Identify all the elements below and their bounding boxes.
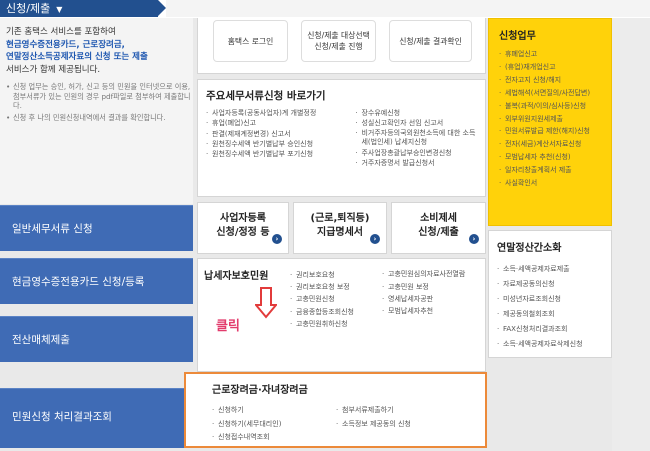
protection-link[interactable]: 권리보호요청 [290, 269, 382, 281]
protection-link[interactable]: 고충민원신청 [290, 293, 382, 305]
shortcut-title: 주요세무서류신청 바로가기 [206, 90, 326, 102]
intro-notes: 신청 업무는 승인, 허가, 신고 등의 민원을 인터넷으로 이용, 첨부서류가… [6, 82, 193, 122]
arrow-right-icon[interactable]: › [272, 234, 282, 244]
select-target-button[interactable]: 신청/제출 대상선택 신청/제출 진행 [301, 20, 376, 62]
arrow-down-icon [255, 287, 277, 319]
protection-link[interactable]: 금융종합등조회신청 [290, 306, 382, 318]
apply-link[interactable]: 모범납세자 추천(신청) [499, 151, 611, 164]
credit-attachment-link[interactable]: 첨부서류제출하기 [336, 404, 476, 418]
tab-bar-filler [166, 0, 650, 17]
intro-highlight: 연말정산소득공제자료의 신청 또는 제출 [6, 52, 148, 62]
protection-link[interactable]: 고충민원 보정 [382, 281, 480, 293]
arrow-right-icon[interactable]: › [370, 234, 380, 244]
top-bar: 신청/제출 ▼ [0, 0, 650, 18]
section-tab-label: 신청/제출 [6, 2, 51, 15]
arrow-right-icon[interactable]: › [469, 234, 479, 244]
result-label: 신청/제출 결과확인 [399, 36, 462, 46]
check-result-button[interactable]: 신청/제출 결과확인 [389, 20, 472, 62]
apply-link[interactable]: (휴업)재개업신고 [499, 61, 611, 74]
service-title: 사업자등록 [220, 213, 266, 224]
apply-link[interactable]: 전자(세금)계산서자료신청 [499, 138, 611, 151]
apply-link[interactable]: 불복(과적/이의/심사등)신청 [499, 100, 611, 113]
intro-panel: 기존 홈택스 서비스를 포함하여 현금영수증전용카드, 근로장려금, 연말정산소… [0, 18, 193, 204]
apply-link[interactable]: 사실확인서 [499, 177, 611, 190]
hometax-login-button[interactable]: 홈택스 로그인 [213, 20, 288, 62]
select-label-2: 신청/제출 진행 [314, 42, 363, 51]
shortcut-panel: 주요세무서류신청 바로가기 사업자등록(공동사업자)계 개별정정 휴업(폐업)신… [197, 79, 486, 197]
shortcut-link[interactable]: 비거주자등의국외원천소득에 대한 소득세(법인세) 납세지신청 [355, 129, 477, 148]
intro-text: 기존 홈택스 서비스를 포함하여 현금영수증전용카드, 근로장려금, 연말정산소… [6, 26, 193, 76]
protection-link[interactable]: 영세납세자공판 [382, 293, 480, 305]
chevron-down-icon[interactable]: ▼ [56, 5, 62, 14]
intro-note: 신청 후 나의 민원신청내역에서 결과를 확인합니다. [6, 113, 193, 123]
apply-link[interactable]: 전자고지 신청/해지 [499, 74, 611, 87]
nav-civil-result-inquiry[interactable]: 민원신청 처리결과조회 [0, 388, 193, 448]
yearend-link[interactable]: FAX신청처리결과조회 [497, 322, 611, 337]
credit-history-link[interactable]: 신청접수내역조회 [212, 431, 336, 445]
select-label-1: 신청/제출 대상선택 [307, 31, 370, 40]
protection-link[interactable]: 고충민원취하신청 [290, 318, 382, 330]
apply-link[interactable]: 일자리창출계획서 제출 [499, 164, 611, 177]
nav-cash-receipt-card[interactable]: 현금영수증전용카드 신청/등록 [0, 258, 193, 304]
shortcut-link[interactable]: 사업자등록(공동사업자)계 개별정정 [206, 108, 355, 119]
nav-electronic-media-submit[interactable]: 전산매체제출 [0, 316, 193, 362]
payment-statement-card[interactable]: (근로,퇴직등) 지급명세서 › [293, 202, 387, 254]
yearend-link[interactable]: 미성년자료조회신청 [497, 292, 611, 307]
service-title: (근로,퇴직등) [310, 213, 370, 224]
shortcut-link[interactable]: 원천징수세액 반기별납부 승인신청 [206, 139, 355, 150]
shortcut-link[interactable]: 주사업장총괄납부승인변경신청 [355, 148, 477, 159]
intro-highlight: 현금영수증전용카드, 근로장려금, [6, 39, 125, 50]
protection-link[interactable]: 모범납세자추천 [382, 305, 480, 317]
shortcut-link[interactable]: 성실신고확인자 선임 신고서 [355, 118, 477, 129]
yearend-link[interactable]: 자료제공동의신청 [497, 277, 611, 292]
shortcut-link[interactable]: 거주자증명서 발급신청서 [355, 158, 477, 169]
apply-link[interactable]: 세법해석(서면질의/사전답변) [499, 87, 611, 100]
process-steps: 홈택스 로그인 신청/제출 대상선택 신청/제출 진행 신청/제출 결과확인 [197, 18, 486, 74]
credit-title: 근로장려금·자녀장려금 [212, 385, 308, 396]
right-margin [612, 18, 650, 451]
credit-consent-link[interactable]: 소득정보 제공동의 신청 [336, 418, 476, 432]
yearend-link[interactable]: 제공동의철회조회 [497, 307, 611, 322]
tab-arrow-decoration [158, 0, 166, 16]
protection-link[interactable]: 고충민원심의자료사전열람 [382, 269, 480, 281]
yearend-link[interactable]: 소득·세액공제자료삭제신청 [497, 337, 611, 352]
yearend-title: 연말정산간소화 [497, 243, 562, 254]
taxpayer-protection-panel: 납세자보호민원 클릭 권리보호요청 권리보호요청 보정 고충민원신청 금융종합등… [197, 258, 486, 372]
shortcut-link[interactable]: 원천징수세액 반기별납부 포기신청 [206, 149, 355, 160]
application-tasks-panel: 신청업무 휴폐업신고 (휴업)재개업신고 전자고지 신청/해지 세법해석(서면질… [488, 18, 612, 226]
shortcut-link[interactable]: 장수유예신청 [355, 108, 477, 119]
year-end-settlement-panel: 연말정산간소화 소득·세액공제자료제출 자료제공동의신청 미성년자료조회신청 제… [488, 230, 612, 358]
apply-link[interactable]: 휴폐업신고 [499, 48, 611, 61]
protection-link[interactable]: 권리보호요청 보정 [290, 281, 382, 293]
shortcut-link[interactable]: 판결(제재계정변경) 신고서 [206, 129, 355, 140]
intro-line: 기존 홈택스 서비스를 포함하여 [6, 27, 116, 37]
apply-link[interactable]: 민원서류발급 제한(해지)신청 [499, 125, 611, 138]
credit-apply-agent-link[interactable]: 신청하기(세무대리인) [212, 418, 336, 432]
intro-note: 신청 업무는 승인, 허가, 신고 등의 민원을 인터넷으로 이용, 첨부서류가… [6, 82, 193, 111]
apply-title: 신청업무 [499, 31, 536, 42]
service-title: 소비제세 [420, 213, 457, 224]
click-annotation: 클릭 [216, 319, 240, 334]
credit-apply-link[interactable]: 신청하기 [212, 404, 336, 418]
shortcut-link[interactable]: 휴업(폐업)신고 [206, 118, 355, 129]
nav-general-tax-documents[interactable]: 일반세무서류 신청 [0, 205, 193, 251]
business-registration-card[interactable]: 사업자등록 신청/정정 등 › [197, 202, 289, 254]
earned-income-credit-panel: 근로장려금·자녀장려금 신청하기 신청하기(세무대리인) 신청접수내역조회 첨부… [184, 372, 487, 448]
yearend-link[interactable]: 소득·세액공제자료제출 [497, 262, 611, 277]
apply-link[interactable]: 외부위원지원세제출 [499, 113, 611, 126]
excise-tax-card[interactable]: 소비제세 신청/제출 › [391, 202, 486, 254]
login-label: 홈택스 로그인 [227, 36, 274, 46]
section-tab[interactable]: 신청/제출 ▼ [0, 0, 158, 17]
intro-line: 서비스가 함께 제공됩니다. [6, 64, 101, 75]
